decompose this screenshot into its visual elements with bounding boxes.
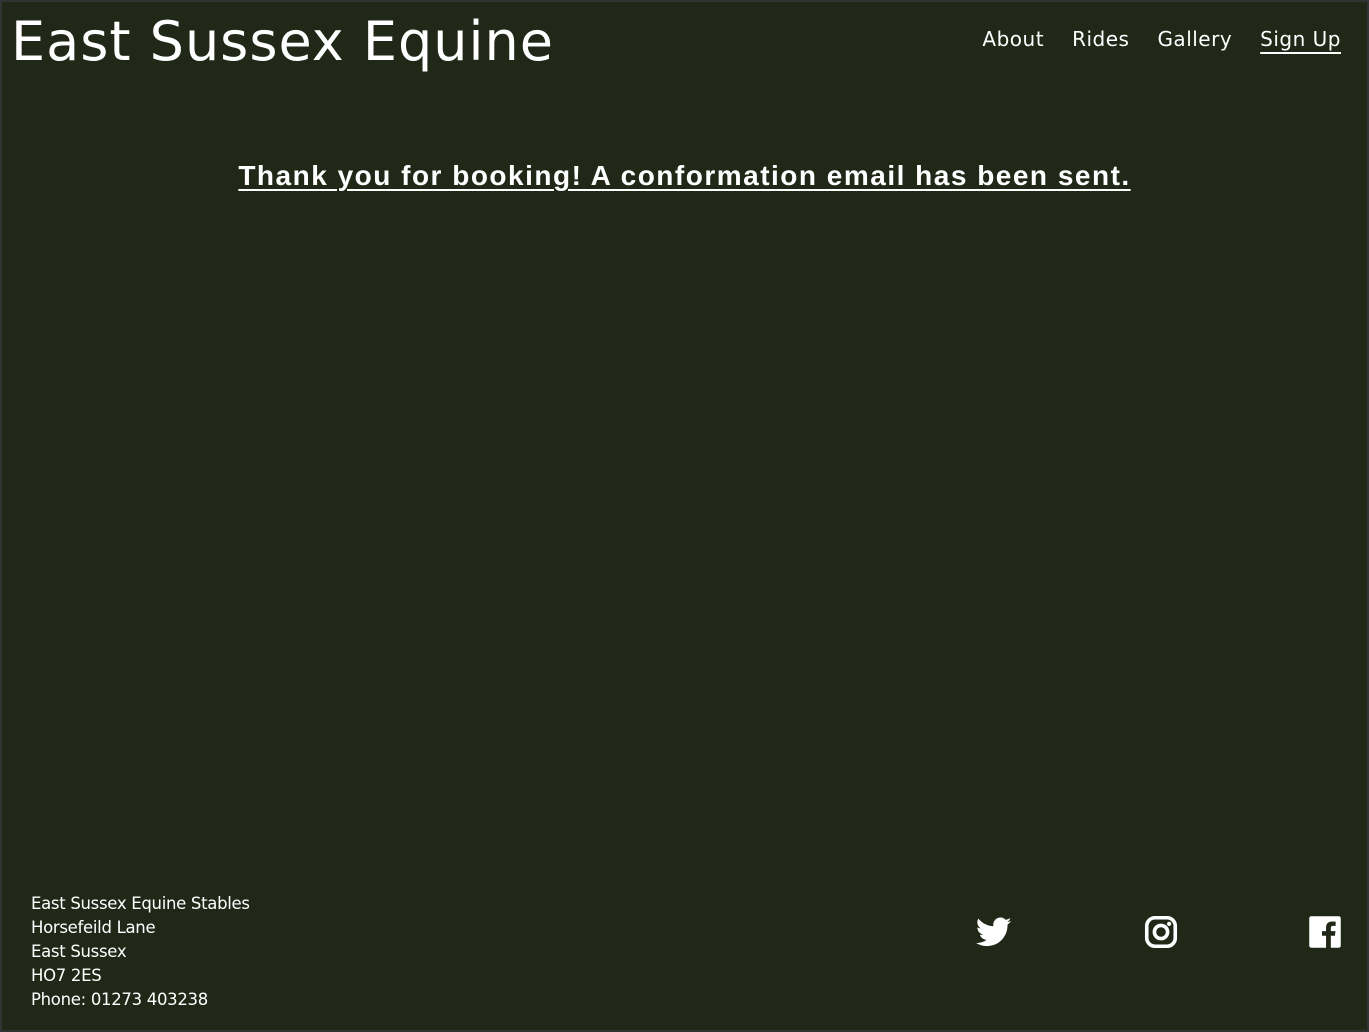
facebook-icon[interactable] bbox=[1307, 914, 1343, 950]
address-line-postcode: HO7 2ES bbox=[31, 966, 102, 985]
twitter-icon-graphic bbox=[976, 917, 1012, 947]
nav-gallery-link[interactable]: Gallery bbox=[1157, 24, 1232, 54]
nav-about-link[interactable]: About bbox=[982, 24, 1044, 54]
address-line-county: East Sussex bbox=[31, 942, 127, 961]
address-line-street: Horsefeild Lane bbox=[31, 918, 156, 937]
instagram-icon-graphic bbox=[1144, 915, 1178, 949]
address-line-phone: Phone: 01273 403238 bbox=[31, 990, 208, 1009]
booking-confirmation-message: Thank you for booking! A conformation em… bbox=[238, 160, 1131, 191]
instagram-icon[interactable] bbox=[1143, 914, 1179, 950]
page: East Sussex Equine About Rides Gallery S… bbox=[2, 2, 1367, 1030]
site-title[interactable]: East Sussex Equine bbox=[11, 6, 554, 78]
nav-rides-link[interactable]: Rides bbox=[1072, 24, 1129, 54]
nav-sign-up-link[interactable]: Sign Up bbox=[1260, 24, 1341, 54]
footer-address: East Sussex Equine Stables Horsefeild La… bbox=[31, 892, 250, 1012]
address-line-name: East Sussex Equine Stables bbox=[31, 894, 250, 913]
main-nav: About Rides Gallery Sign Up bbox=[982, 24, 1341, 54]
facebook-icon-graphic bbox=[1309, 916, 1341, 948]
twitter-icon[interactable] bbox=[976, 914, 1012, 950]
